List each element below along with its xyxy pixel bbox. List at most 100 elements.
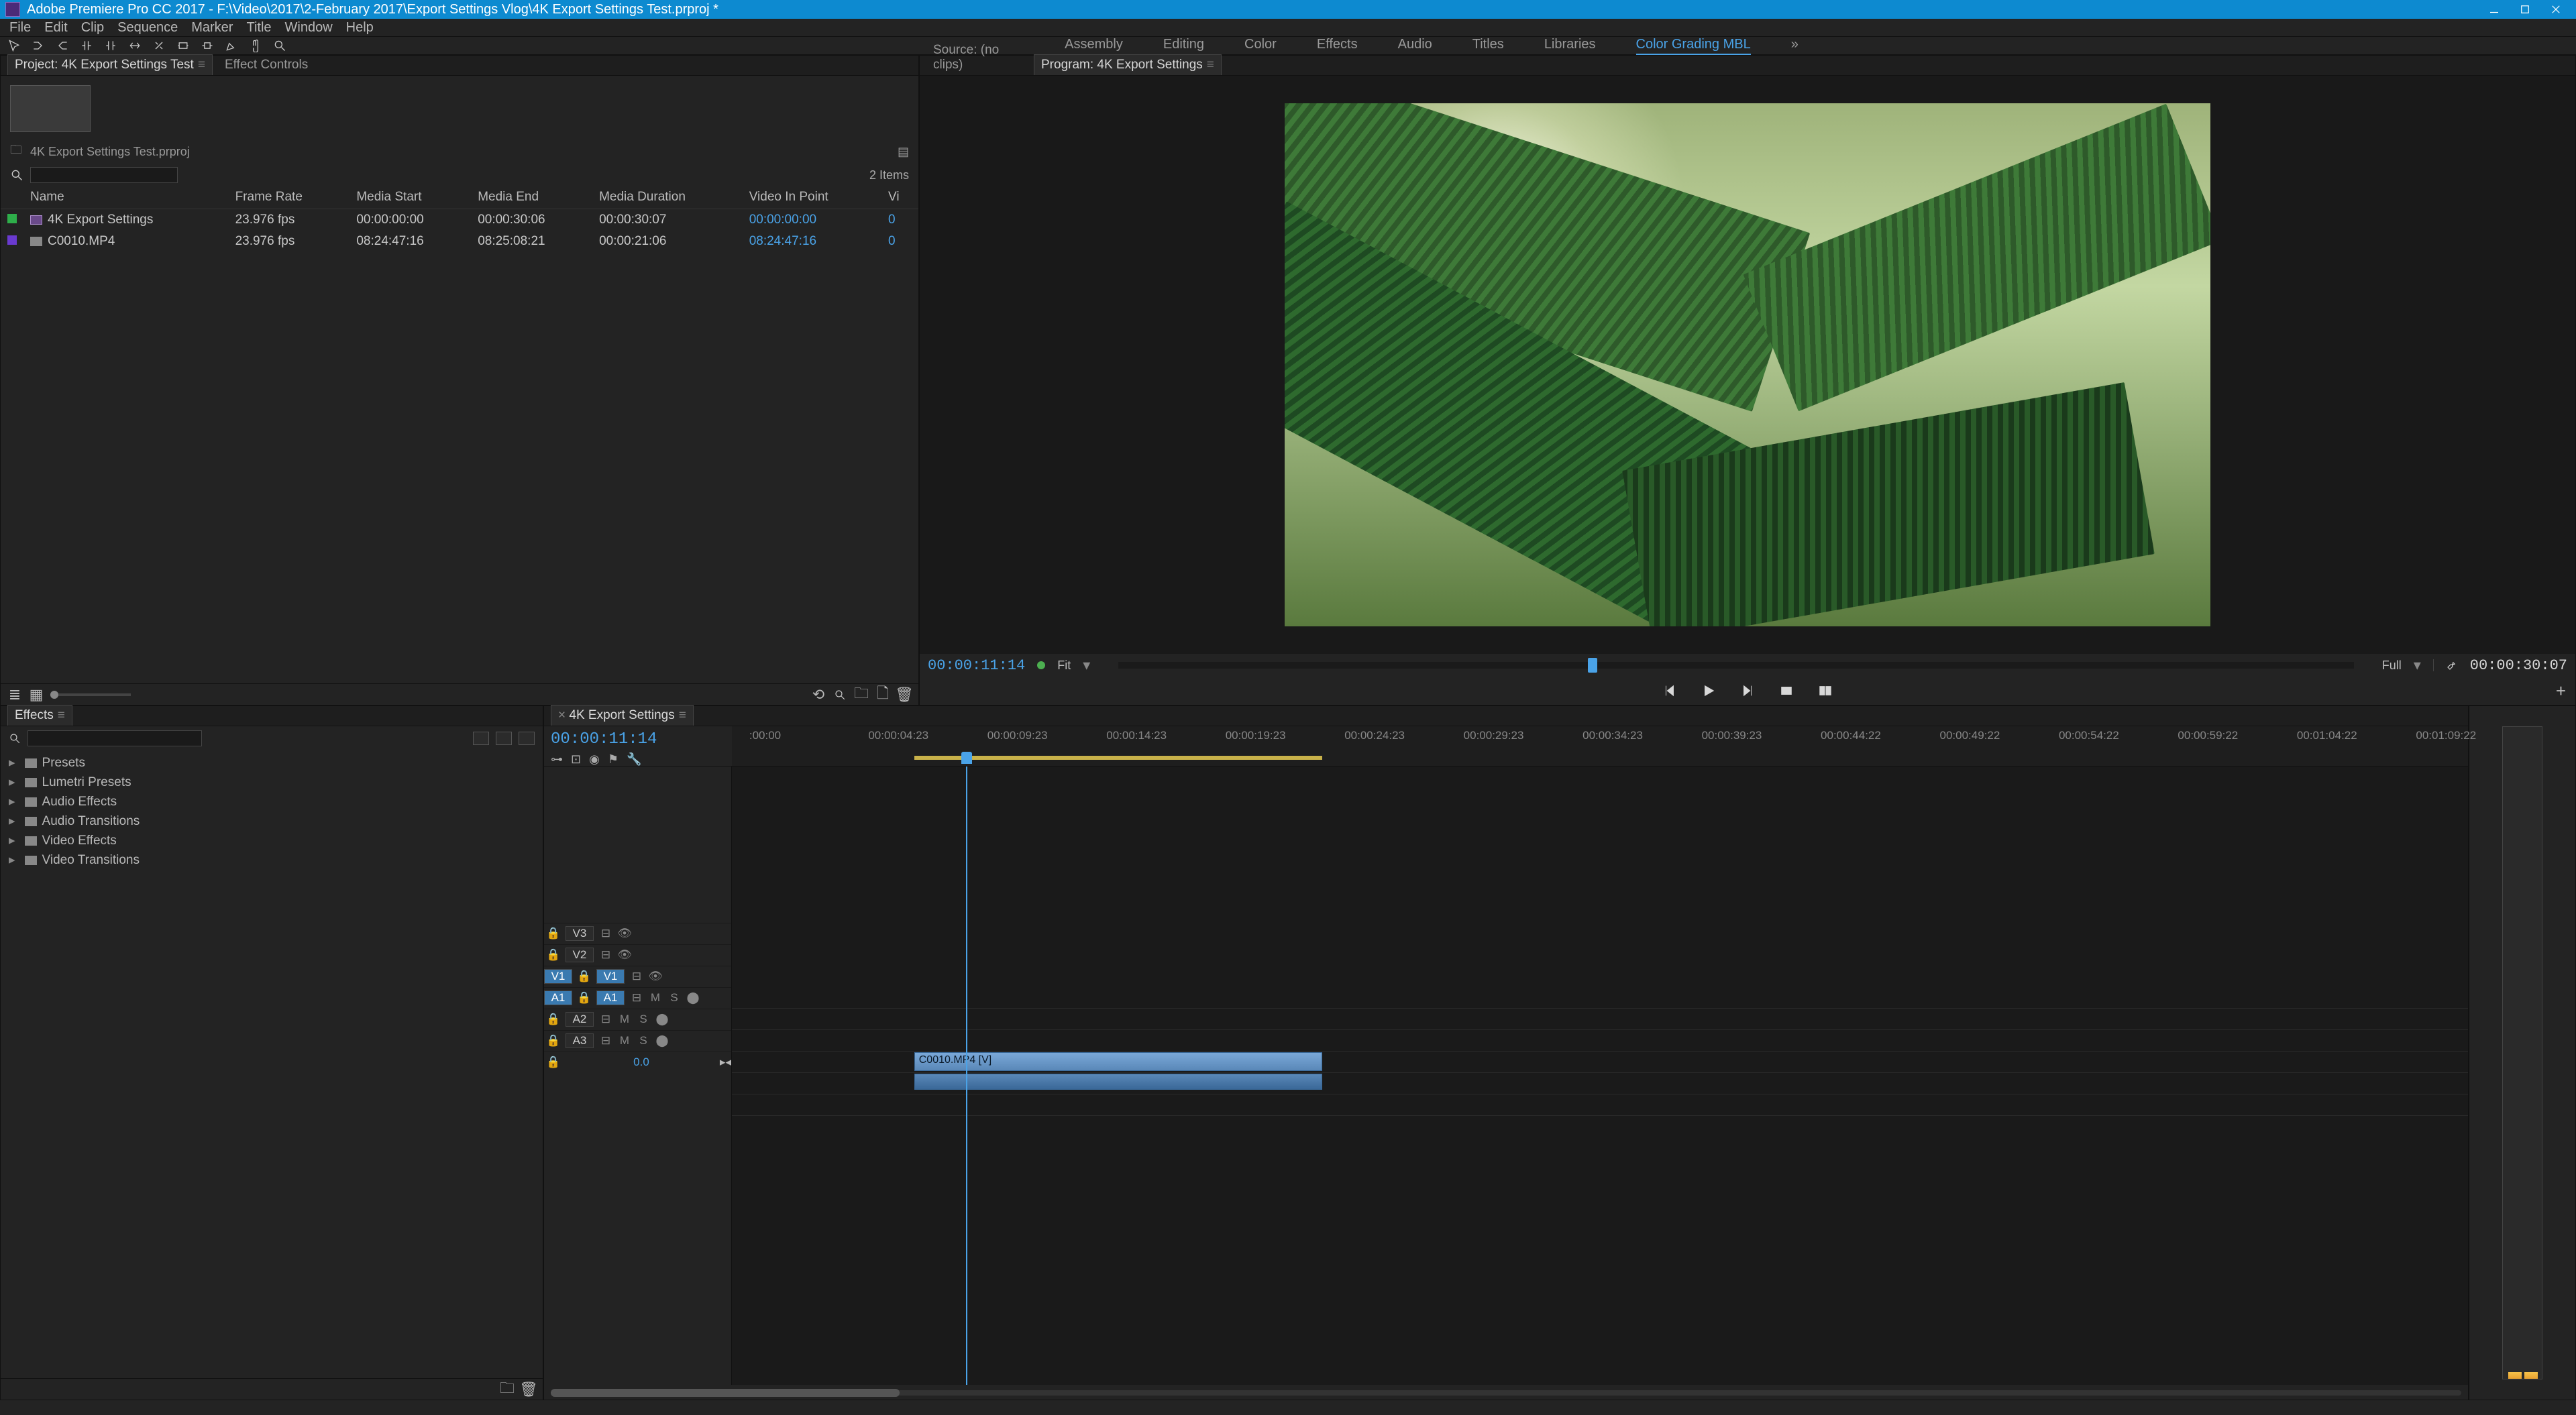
- track-name[interactable]: V1: [596, 969, 625, 984]
- workspace-titles[interactable]: Titles: [1472, 37, 1504, 55]
- track-lane-a3[interactable]: [732, 1115, 2468, 1137]
- track-lane-v3[interactable]: [732, 1008, 2468, 1029]
- sync-lock-icon[interactable]: ⊟: [627, 970, 646, 983]
- timeline-clip-video[interactable]: C0010.MP4 [V]: [914, 1052, 1322, 1071]
- thumbnail-size-slider[interactable]: [50, 693, 131, 696]
- solo-icon[interactable]: S: [634, 1034, 653, 1048]
- rolling-edit-icon[interactable]: [103, 38, 118, 53]
- zoom-tool-icon[interactable]: [272, 38, 287, 53]
- effects-tree[interactable]: Presets Lumetri Presets Audio Effects Au…: [1, 750, 543, 872]
- list-view-icon[interactable]: ▤: [898, 145, 909, 159]
- folder-video-transitions[interactable]: Video Transitions: [9, 850, 535, 870]
- workspace-audio[interactable]: Audio: [1398, 37, 1432, 55]
- expand-master-icon[interactable]: ▸◂: [720, 1056, 731, 1069]
- col-mediadur[interactable]: Media Duration: [592, 186, 743, 209]
- find-icon[interactable]: [833, 687, 847, 702]
- tab-menu-icon[interactable]: ≡: [1207, 58, 1214, 72]
- track-lane-a2[interactable]: [732, 1094, 2468, 1115]
- tab-program[interactable]: Program: 4K Export Settings≡: [1034, 54, 1222, 75]
- tab-menu-icon[interactable]: ≡: [679, 708, 686, 722]
- zoom-fit-dropdown[interactable]: Fit: [1057, 659, 1071, 673]
- minimize-button[interactable]: [2479, 3, 2509, 16]
- step-forward-button[interactable]: [1738, 681, 1757, 700]
- track-header-v2[interactable]: 🔒 V2 ⊟ 👁: [544, 944, 731, 966]
- timeline-timecode[interactable]: 00:00:11:14: [551, 730, 725, 748]
- track-name[interactable]: A2: [566, 1012, 594, 1027]
- workspace-color[interactable]: Color: [1244, 37, 1277, 55]
- timeline-ruler[interactable]: :00:0000:00:04:2300:00:09:2300:00:14:230…: [732, 726, 2468, 766]
- toggle-output-icon[interactable]: 👁: [615, 927, 634, 940]
- audio-meter[interactable]: [2502, 726, 2542, 1379]
- sync-lock-icon[interactable]: ⊟: [596, 927, 615, 940]
- voice-over-icon[interactable]: ⬤: [653, 1013, 672, 1026]
- folder-presets[interactable]: Presets: [9, 753, 535, 773]
- lock-icon[interactable]: 🔒: [544, 1034, 563, 1048]
- export-frame-button[interactable]: [1777, 681, 1796, 700]
- close-icon[interactable]: ≡: [198, 58, 205, 72]
- lock-icon[interactable]: 🔒: [575, 991, 594, 1005]
- workspace-overflow-icon[interactable]: »: [1791, 37, 1799, 55]
- slide-tool-icon[interactable]: [200, 38, 215, 53]
- solo-icon[interactable]: S: [665, 991, 684, 1005]
- col-framerate[interactable]: Frame Rate: [229, 186, 350, 209]
- table-row[interactable]: 4K Export Settings 23.976 fps 00:00:00:0…: [1, 209, 918, 231]
- search-icon[interactable]: [9, 732, 21, 744]
- folder-lumetri-presets[interactable]: Lumetri Presets: [9, 773, 535, 792]
- lock-icon[interactable]: 🔒: [544, 927, 563, 940]
- timeline-playhead[interactable]: [961, 752, 972, 764]
- yuv-filter-icon[interactable]: [519, 732, 535, 745]
- selection-tool-icon[interactable]: [7, 38, 21, 53]
- maximize-button[interactable]: [2510, 3, 2540, 16]
- project-search-input[interactable]: [30, 167, 178, 183]
- track-lane-v2[interactable]: [732, 1029, 2468, 1051]
- voice-over-icon[interactable]: ⬤: [653, 1034, 672, 1048]
- source-patch-a1[interactable]: A1: [544, 990, 572, 1005]
- track-select-back-icon[interactable]: [55, 38, 70, 53]
- timeline-tracks-area[interactable]: C0010.MP4 [V]: [732, 767, 2468, 1385]
- solo-icon[interactable]: S: [634, 1013, 653, 1026]
- sync-lock-icon[interactable]: ⊟: [596, 1034, 615, 1048]
- workspace-editing[interactable]: Editing: [1163, 37, 1204, 55]
- track-name[interactable]: V2: [566, 948, 594, 962]
- sync-lock-icon[interactable]: ⊟: [627, 991, 646, 1005]
- track-select-forward-icon[interactable]: [31, 38, 46, 53]
- new-item-icon[interactable]: 🗋: [875, 687, 890, 702]
- col-videoin[interactable]: Video In Point: [743, 186, 881, 209]
- workspace-colorgradingmbl[interactable]: Color Grading MBL: [1636, 37, 1751, 55]
- lock-icon[interactable]: 🔒: [575, 970, 594, 983]
- voice-over-icon[interactable]: ⬤: [684, 991, 702, 1005]
- step-back-button[interactable]: [1660, 681, 1679, 700]
- col-mediaend[interactable]: Media End: [471, 186, 592, 209]
- menu-edit[interactable]: Edit: [39, 20, 72, 36]
- menu-marker[interactable]: Marker: [186, 20, 238, 36]
- track-header-v1[interactable]: V1 🔒 V1 ⊟ 👁: [544, 966, 731, 987]
- play-button[interactable]: [1699, 681, 1718, 700]
- tab-menu-icon[interactable]: ≡: [58, 708, 65, 722]
- workspace-assembly[interactable]: Assembly: [1065, 37, 1123, 55]
- project-table[interactable]: Name Frame Rate Media Start Media End Me…: [1, 186, 918, 683]
- snap-icon[interactable]: ⊶: [551, 752, 563, 767]
- menu-help[interactable]: Help: [341, 20, 379, 36]
- tab-sequence[interactable]: × 4K Export Settings≡: [551, 705, 694, 726]
- folder-video-effects[interactable]: Video Effects: [9, 831, 535, 850]
- hand-tool-icon[interactable]: [248, 38, 263, 53]
- menu-clip[interactable]: Clip: [76, 20, 109, 36]
- mute-icon[interactable]: M: [646, 991, 665, 1005]
- slip-tool-icon[interactable]: [176, 38, 191, 53]
- track-header-v3[interactable]: 🔒 V3 ⊟ 👁: [544, 923, 731, 944]
- program-viewer[interactable]: [920, 76, 2575, 654]
- program-scrubber[interactable]: [1118, 662, 2353, 669]
- track-name[interactable]: A3: [566, 1033, 594, 1048]
- pen-tool-icon[interactable]: [224, 38, 239, 53]
- effects-search-input[interactable]: [28, 730, 202, 746]
- list-view-button[interactable]: ≣: [7, 687, 22, 702]
- work-area-bar[interactable]: [914, 756, 1322, 760]
- folder-audio-transitions[interactable]: Audio Transitions: [9, 811, 535, 831]
- 32bit-filter-icon[interactable]: [496, 732, 512, 745]
- icon-view-button[interactable]: ▦: [29, 687, 44, 702]
- master-level[interactable]: 0.0: [563, 1056, 720, 1069]
- timeline-zoom-thumb[interactable]: [551, 1389, 900, 1397]
- timeline-playhead-line[interactable]: [966, 767, 967, 1385]
- sync-lock-icon[interactable]: ⊟: [596, 1013, 615, 1026]
- track-header-a1[interactable]: A1 🔒 A1 ⊟ M S ⬤: [544, 987, 731, 1009]
